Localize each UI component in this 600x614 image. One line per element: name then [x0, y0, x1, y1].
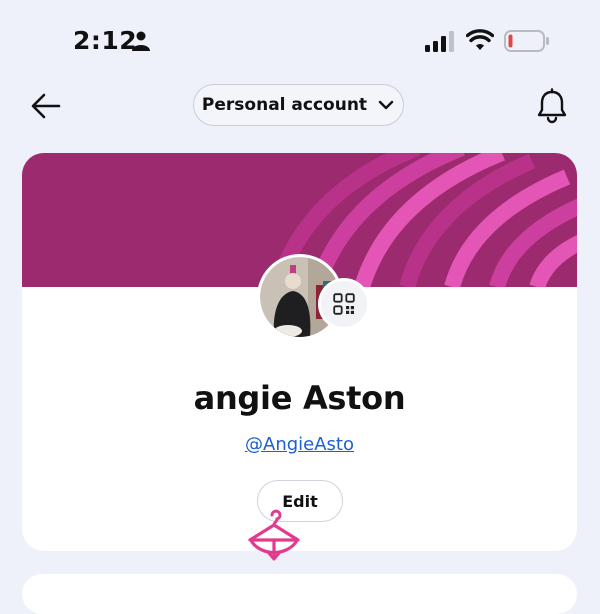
- account-selector-button[interactable]: Personal account: [193, 84, 404, 126]
- chevron-down-icon: [378, 100, 394, 110]
- qr-code-button[interactable]: [321, 281, 367, 327]
- profile-card: angie Aston @AngieAsto Edit: [22, 153, 577, 551]
- bell-icon[interactable]: [535, 88, 569, 124]
- hanger-bow-logo-icon: [248, 509, 300, 561]
- profile-display-name: angie Aston: [193, 379, 406, 417]
- account-selector-label: Personal account: [201, 95, 368, 115]
- wifi-icon: [466, 29, 494, 50]
- qr-code-icon: [333, 293, 355, 315]
- cellular-signal-icon: [425, 31, 454, 52]
- battery-low-icon: [504, 30, 549, 52]
- person-icon: [132, 31, 150, 51]
- arrow-left-icon[interactable]: [29, 89, 63, 123]
- profile-username-link[interactable]: @AngieAsto: [22, 434, 577, 455]
- status-time: 2:12: [73, 26, 138, 55]
- next-section-card: [22, 574, 577, 614]
- status-bar: 2:12: [0, 0, 600, 82]
